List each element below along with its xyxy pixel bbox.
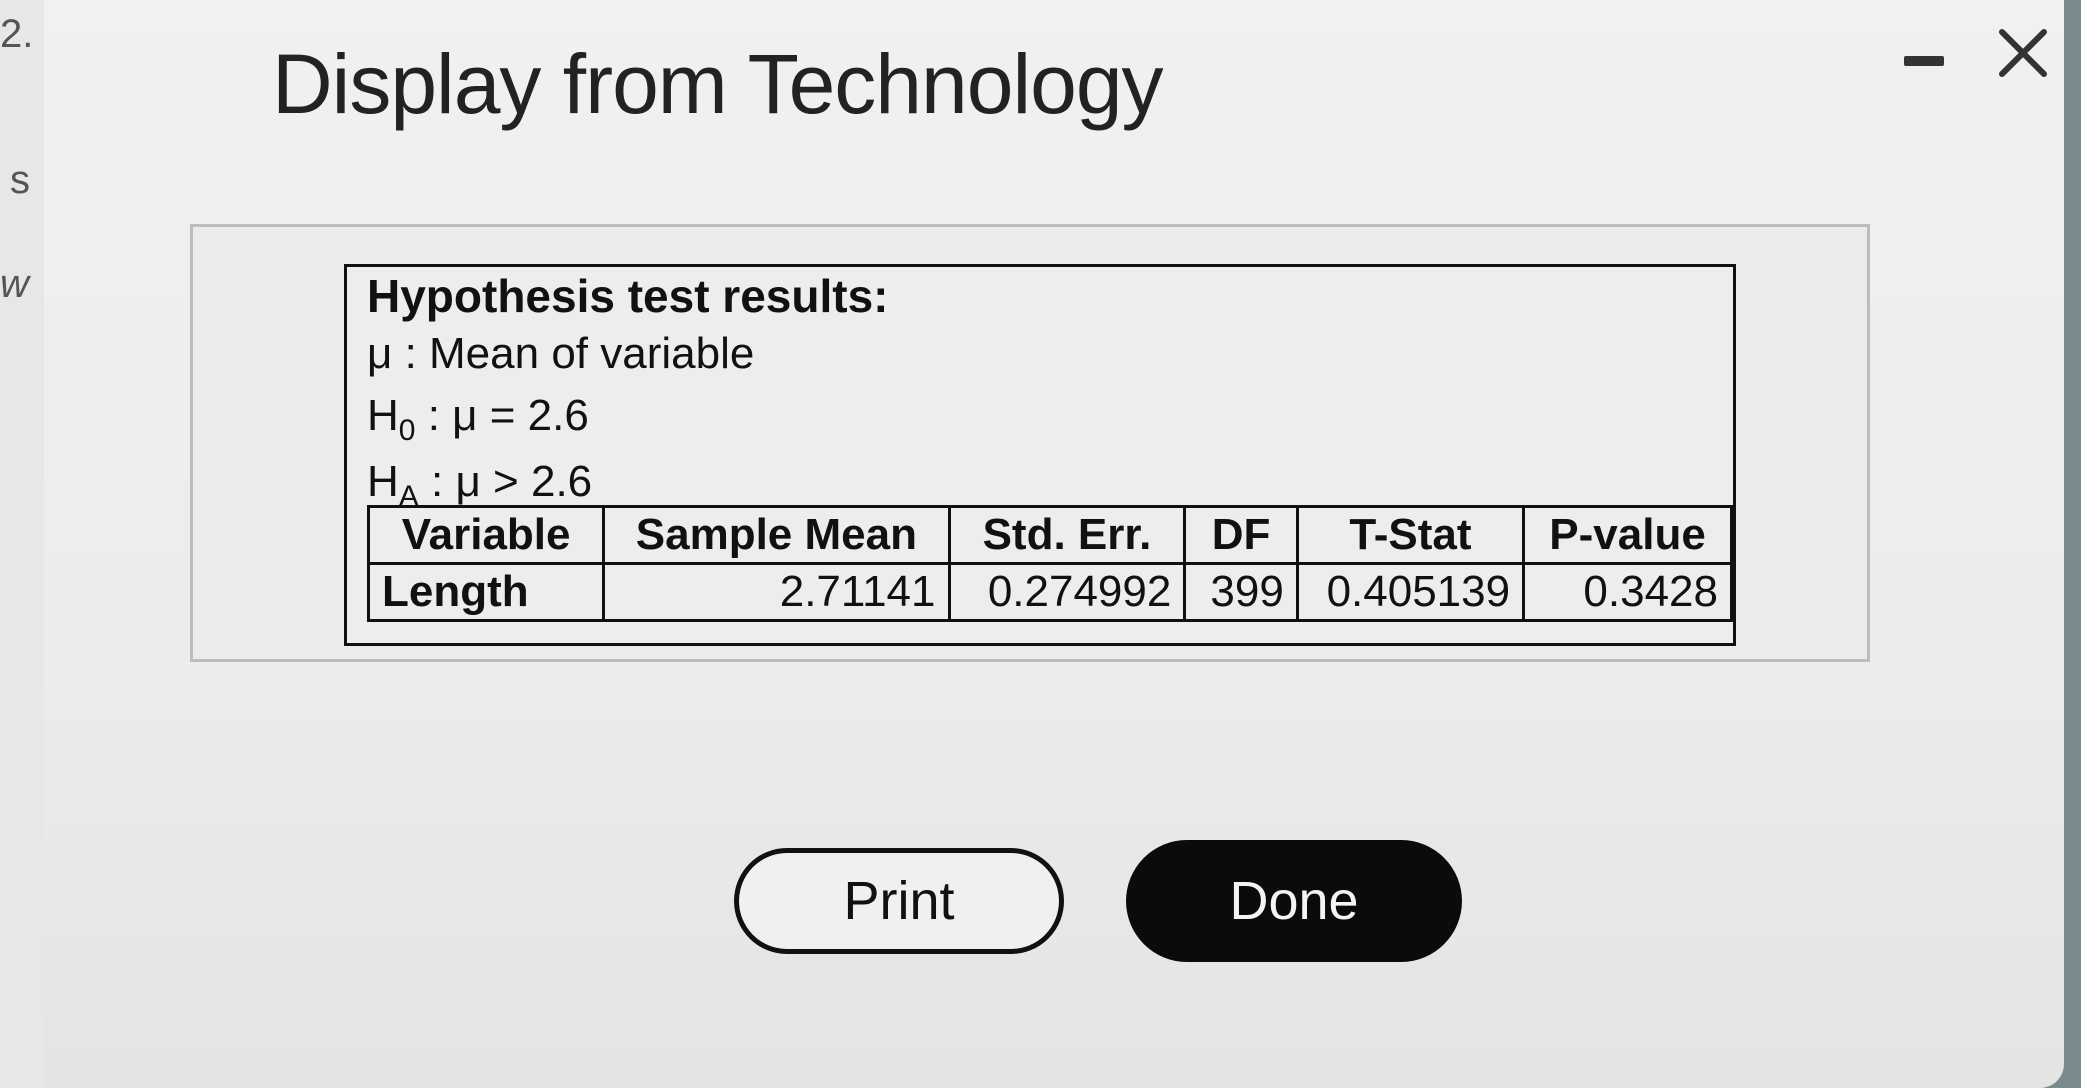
close-icon	[1999, 29, 2047, 77]
cell-std-err: 0.274992	[947, 562, 1187, 622]
alternative-hypothesis-statement: : μ > 2.6	[418, 457, 593, 506]
done-button[interactable]: Done	[1126, 840, 1462, 962]
null-hypothesis: H0 : μ = 2.6	[367, 383, 1713, 449]
header-variable: Variable	[366, 505, 606, 565]
null-hypothesis-statement: : μ = 2.6	[415, 391, 589, 440]
dialog-title: Display from Technology	[272, 37, 1164, 131]
background-fragment-w: w	[0, 262, 29, 306]
cell-sample-mean: 2.71141	[602, 562, 951, 622]
table-header-row: Variable Sample Mean Std. Err. DF T-Stat…	[366, 505, 1733, 565]
table-row: Length 2.71141 0.274992 399 0.405139 0.3…	[366, 562, 1733, 622]
null-hypothesis-subscript: 0	[398, 414, 416, 447]
minimize-button[interactable]	[1890, 30, 1950, 90]
cell-p-value: 0.3428	[1522, 562, 1733, 622]
cell-variable: Length	[366, 562, 606, 622]
header-df: DF	[1183, 505, 1299, 565]
cell-t-stat: 0.405139	[1295, 562, 1526, 622]
header-t-stat: T-Stat	[1295, 505, 1526, 565]
results-heading: Hypothesis test results:	[367, 270, 889, 322]
background-fragment-s: s	[10, 158, 30, 202]
null-hypothesis-symbol: H	[367, 391, 399, 440]
close-button[interactable]	[1988, 18, 2058, 88]
header-sample-mean: Sample Mean	[602, 505, 951, 565]
minimize-icon	[1904, 56, 1944, 66]
hypothesis-results-box: Hypothesis test results: μ : Mean of var…	[344, 264, 1736, 646]
cell-df: 399	[1183, 562, 1299, 622]
background-page-strip: 2. s w	[0, 0, 44, 1088]
results-table: Variable Sample Mean Std. Err. DF T-Stat…	[366, 505, 1733, 622]
print-button[interactable]: Print	[734, 848, 1064, 954]
mu-definition: μ : Mean of variable	[367, 329, 755, 378]
header-p-value: P-value	[1522, 505, 1733, 565]
header-std-err: Std. Err.	[947, 505, 1187, 565]
alternative-hypothesis-symbol: H	[367, 457, 399, 506]
background-question-number: 2.	[0, 12, 34, 56]
